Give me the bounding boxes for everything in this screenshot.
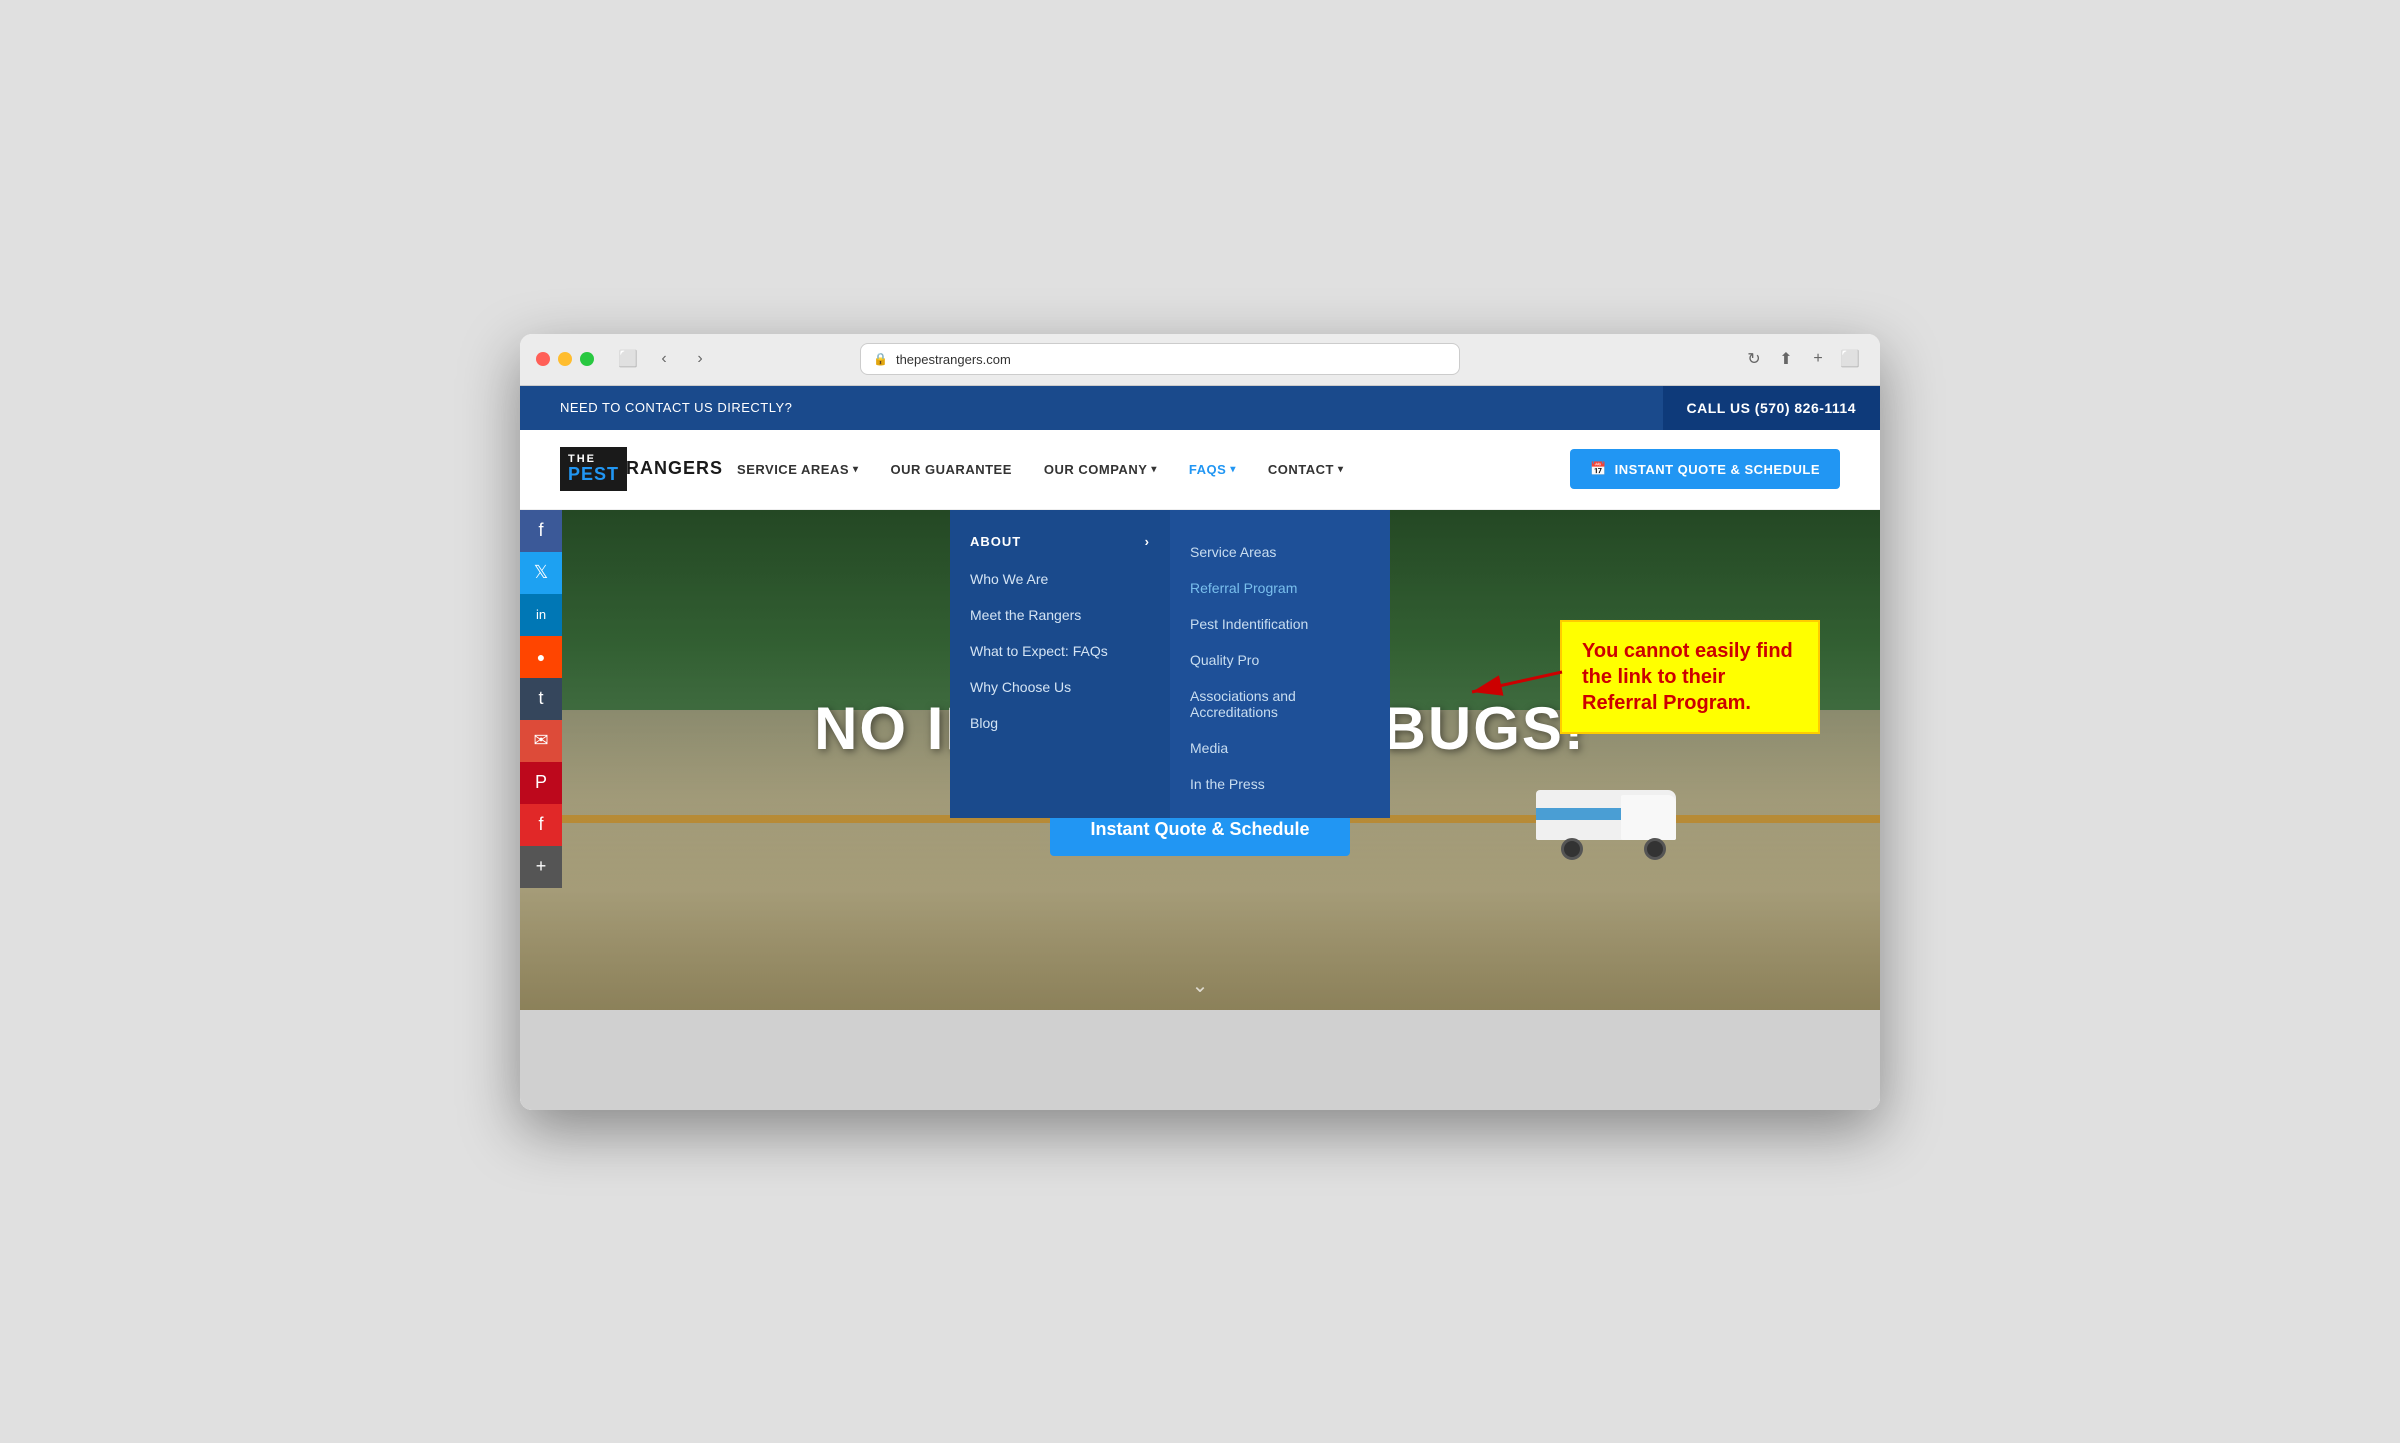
dropdown-header-label: ABOUT — [970, 534, 1021, 549]
dropdown-service-areas[interactable]: Service Areas — [1170, 534, 1390, 570]
dropdown-what-to-expect[interactable]: What to Expect: FAQs — [950, 633, 1170, 669]
reddit-icon[interactable]: ● — [520, 636, 562, 678]
logo-box: THE PEST — [560, 447, 627, 491]
truck-stripe — [1536, 808, 1621, 820]
dropdown-associations[interactable]: Associations and Accreditations — [1170, 678, 1390, 730]
scroll-indicator: ⌄ — [1192, 973, 1209, 998]
dropdown-why-choose-us[interactable]: Why Choose Us — [950, 669, 1170, 705]
main-nav: THE PEST RANGERS SERVICE AREAS ▾ OUR GUA… — [520, 430, 1880, 510]
annotation-box: You cannot easily find the link to their… — [1560, 620, 1820, 734]
dropdown-meet-rangers[interactable]: Meet the Rangers — [950, 597, 1170, 633]
share-icon[interactable]: + — [520, 846, 562, 888]
hero-truck — [1536, 790, 1676, 860]
nav-contact[interactable]: CONTACT ▾ — [1254, 429, 1358, 509]
logo-pest: PEST — [568, 465, 619, 485]
truck-cab — [1621, 795, 1676, 840]
dropdown-pest-identification[interactable]: Pest Indentification — [1170, 606, 1390, 642]
nav-our-guarantee[interactable]: OUR GUARANTEE — [877, 429, 1026, 509]
twitter-icon[interactable]: 𝕏 — [520, 552, 562, 594]
back-button[interactable]: ‹ — [650, 345, 678, 373]
dropdown-about-header: ABOUT › — [950, 526, 1170, 561]
chevron-down-icon: ▾ — [1230, 464, 1236, 475]
truck-wheel-front — [1644, 838, 1666, 860]
forward-button[interactable]: › — [686, 345, 714, 373]
dropdown-contact-panel: Service Areas Referral Program Pest Inde… — [1170, 510, 1390, 818]
website-content: NEED TO CONTACT US DIRECTLY? CALL US (57… — [520, 386, 1880, 1110]
new-tab-button[interactable]: + — [1804, 345, 1832, 373]
dropdown-in-the-press[interactable]: In the Press — [1170, 766, 1390, 802]
logo-rangers-wrapper: RANGERS — [627, 458, 723, 479]
instant-quote-button[interactable]: 📅 INSTANT QUOTE & SCHEDULE — [1570, 449, 1840, 489]
sidebar-toggle-button[interactable]: ⬜ — [614, 345, 642, 373]
browser-actions: ↻ ⬆ + ⬜ — [1740, 345, 1864, 373]
nav-links: SERVICE AREAS ▾ OUR GUARANTEE OUR COMPAN… — [723, 429, 1570, 509]
bottom-section — [520, 1010, 1880, 1110]
chevron-down-icon: ▾ — [1151, 464, 1157, 475]
top-bar: NEED TO CONTACT US DIRECTLY? CALL US (57… — [520, 386, 1880, 430]
truck-wheel-rear — [1561, 838, 1583, 860]
nav-service-areas[interactable]: SERVICE AREAS ▾ — [723, 429, 873, 509]
phone-number[interactable]: CALL US (570) 826-1114 — [1663, 386, 1881, 430]
facebook-icon[interactable]: f — [520, 510, 562, 552]
minimize-button[interactable] — [558, 352, 572, 366]
nav-faqs[interactable]: FAQS ▾ — [1175, 429, 1250, 509]
linkedin-icon[interactable]: in — [520, 594, 562, 636]
dropdown-menu: ABOUT › Who We Are Meet the Rangers What… — [950, 510, 1390, 818]
pinterest-icon[interactable]: P — [520, 762, 562, 804]
contact-prompt: NEED TO CONTACT US DIRECTLY? — [560, 400, 792, 415]
tab-overview-button[interactable]: ⬜ — [1836, 345, 1864, 373]
calendar-icon: 📅 — [1590, 461, 1607, 477]
dropdown-who-we-are[interactable]: Who We Are — [950, 561, 1170, 597]
cta-label: INSTANT QUOTE & SCHEDULE — [1615, 462, 1820, 477]
site-logo[interactable]: THE PEST RANGERS — [560, 447, 723, 491]
tumblr-icon[interactable]: t — [520, 678, 562, 720]
dropdown-media[interactable]: Media — [1170, 730, 1390, 766]
annotation-arrow — [1462, 642, 1572, 702]
browser-window: ⬜ ‹ › 🔒 thepestrangers.com ↻ ⬆ + ⬜ NEED … — [520, 334, 1880, 1110]
dropdown-referral-program[interactable]: Referral Program — [1170, 570, 1390, 606]
flipboard-icon[interactable]: f — [520, 804, 562, 846]
browser-controls: ⬜ ‹ › — [614, 345, 714, 373]
maximize-button[interactable] — [580, 352, 594, 366]
url-text: thepestrangers.com — [896, 352, 1011, 367]
security-icon: 🔒 — [873, 352, 888, 366]
chevron-right-icon: › — [1145, 534, 1150, 549]
share-browser-button[interactable]: ⬆ — [1772, 345, 1800, 373]
nav-our-company[interactable]: OUR COMPANY ▾ — [1030, 429, 1171, 509]
traffic-lights — [536, 352, 594, 366]
reload-button[interactable]: ↻ — [1740, 345, 1768, 373]
annotation-text: You cannot easily find the link to their… — [1582, 638, 1798, 716]
dropdown-blog[interactable]: Blog — [950, 705, 1170, 741]
dropdown-about-panel: ABOUT › Who We Are Meet the Rangers What… — [950, 510, 1170, 818]
social-sidebar: f 𝕏 in ● t ✉ P f + — [520, 510, 562, 888]
logo-rangers: RANGERS — [626, 458, 723, 479]
browser-titlebar: ⬜ ‹ › 🔒 thepestrangers.com ↻ ⬆ + ⬜ — [520, 334, 1880, 386]
close-button[interactable] — [536, 352, 550, 366]
chevron-down-icon: ▾ — [853, 464, 859, 475]
dropdown-quality-pro[interactable]: Quality Pro — [1170, 642, 1390, 678]
chevron-down-icon: ▾ — [1338, 464, 1344, 475]
email-icon[interactable]: ✉ — [520, 720, 562, 762]
address-bar[interactable]: 🔒 thepestrangers.com — [860, 343, 1460, 375]
